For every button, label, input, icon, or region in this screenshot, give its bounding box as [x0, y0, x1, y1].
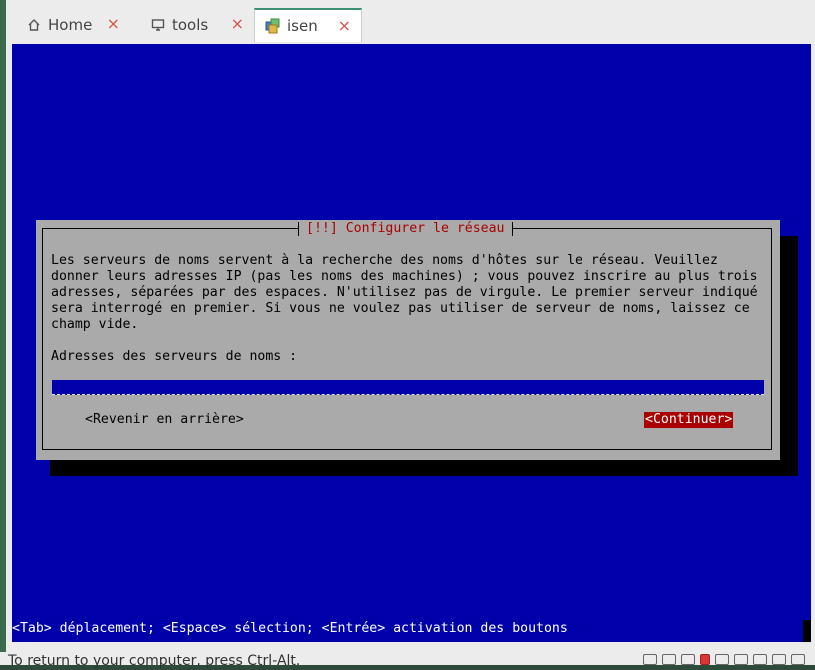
close-icon[interactable]: × — [107, 16, 120, 32]
network-icon[interactable] — [753, 654, 767, 665]
close-icon[interactable]: × — [338, 18, 351, 34]
tab-home[interactable]: Home × — [6, 8, 130, 42]
monitor-icon — [150, 17, 166, 33]
tab-label: tools — [172, 16, 209, 34]
tab-label: Home — [48, 16, 93, 34]
tab-label: isen — [287, 17, 318, 35]
tab-tools[interactable]: tools × — [130, 8, 254, 42]
network-icon[interactable] — [734, 654, 748, 665]
field-label: Adresses des serveurs de noms : — [51, 349, 298, 364]
usb-icon[interactable] — [681, 654, 695, 665]
home-icon — [26, 17, 42, 33]
status-icons — [643, 654, 805, 665]
vm-icon — [265, 18, 281, 34]
dialog-title: [!!] Configurer le réseau — [298, 220, 513, 238]
network-icon[interactable] — [772, 654, 786, 665]
tab-bar: Home × tools × isen × — [6, 6, 815, 43]
dialog-description: Les serveurs de noms servent à la recher… — [51, 253, 771, 333]
description-line: sera interrogé en premier. Si vous ne vo… — [51, 301, 750, 316]
network-icon[interactable] — [715, 654, 729, 665]
close-icon[interactable]: × — [231, 16, 244, 32]
disk-icon[interactable] — [643, 654, 657, 665]
audio-icon[interactable] — [700, 654, 710, 665]
keyboard-icon[interactable] — [791, 654, 805, 665]
description-line: Les serveurs de noms servent à la recher… — [51, 253, 718, 268]
key-hint-bar: <Tab> déplacement; <Espace> sélection; <… — [12, 621, 568, 636]
vm-window: Home × tools × isen × [!!] Configurer le… — [6, 0, 815, 652]
name-servers-input[interactable] — [52, 380, 764, 395]
status-text: To return to your computer, press Ctrl-A… — [8, 653, 301, 669]
description-line: donner leurs adresses IP (pas les noms d… — [51, 269, 758, 284]
continue-button[interactable]: <Continuer> — [644, 412, 734, 428]
vm-console-screen[interactable]: [!!] Configurer le réseau Les serveurs d… — [12, 44, 811, 642]
hint-bar-end — [803, 620, 811, 642]
description-line: adresses, séparées par des espaces. N'ut… — [51, 285, 758, 300]
back-button[interactable]: <Revenir en arrière> — [85, 412, 244, 428]
status-bar: To return to your computer, press Ctrl-A… — [0, 652, 815, 669]
network-config-dialog: [!!] Configurer le réseau Les serveurs d… — [36, 220, 780, 460]
description-line: champ vide. — [51, 317, 139, 332]
tab-isen[interactable]: isen × — [254, 8, 362, 42]
cd-icon[interactable] — [662, 654, 676, 665]
